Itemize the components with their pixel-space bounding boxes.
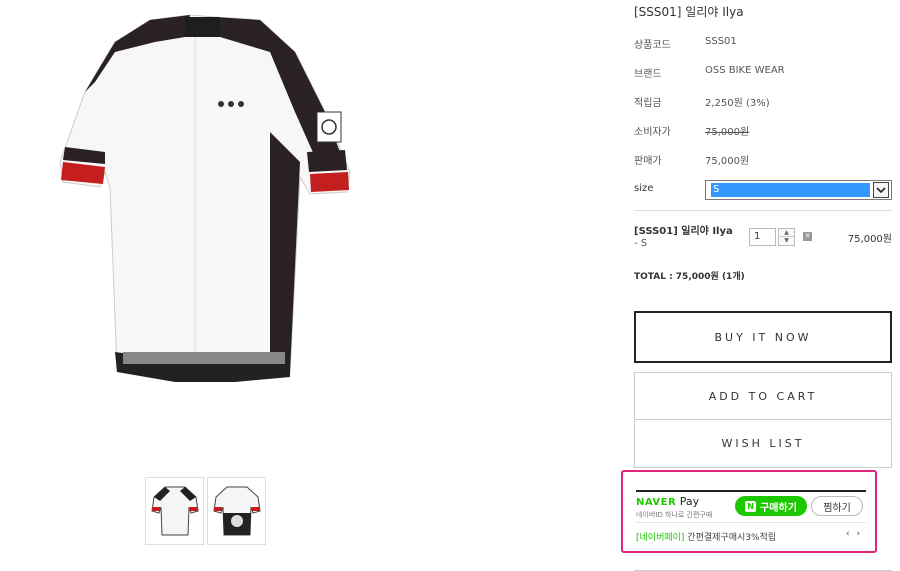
main-product-image [55, 12, 355, 412]
npay-promo: [네이버페이] 간편결제구매시3%적립 [636, 530, 776, 543]
total-summary: TOTAL : 75,000원 (1개) [634, 269, 745, 282]
total-count: (1개) [718, 272, 745, 282]
spec-value: SSS01 [705, 36, 737, 47]
npay-wish-button[interactable]: 찜하기 [811, 496, 863, 516]
quantity-stepper[interactable]: ▲ ▼ [778, 228, 795, 246]
npay-brand: NAVER Pay [636, 495, 699, 508]
spec-label: 소비자가 [634, 127, 671, 138]
remove-option-icon[interactable]: ✕ [803, 232, 812, 241]
quantity-up-icon[interactable]: ▲ [779, 229, 794, 237]
spec-label: 적립금 [634, 98, 662, 109]
chevron-down-icon[interactable] [873, 182, 889, 198]
size-select[interactable]: S [705, 180, 892, 200]
option-sub: - S [634, 238, 648, 249]
size-label: size [634, 183, 654, 194]
npay-top-line [636, 490, 866, 492]
spec-row-brand: 브랜드 OSS BIKE WEAR [634, 65, 892, 81]
quantity-down-icon[interactable]: ▼ [779, 237, 794, 245]
add-to-cart-button[interactable]: ADD TO CART [634, 372, 892, 420]
product-title: [SSS01] 일리야 Ilya [634, 5, 744, 19]
spec-value: OSS BIKE WEAR [705, 65, 785, 76]
npay-pay-text: Pay [679, 495, 700, 508]
npay-subtext: 네이버ID 하나로 간편구매 [636, 511, 713, 519]
npay-divider [636, 522, 866, 523]
option-price: 75,000원 [847, 234, 892, 245]
spec-label: 상품코드 [634, 40, 671, 51]
spec-value: 75,000원 [705, 156, 750, 167]
npay-buy-button[interactable]: N 구매하기 [735, 496, 807, 516]
npay-promo-tag: [네이버페이] [636, 533, 685, 543]
spec-row-sale-price: 판매가 75,000원 [634, 152, 892, 168]
thumbnail-list [145, 477, 266, 545]
npay-buy-label: 구매하기 [760, 502, 797, 514]
wish-list-button[interactable]: WISH LIST [634, 419, 892, 468]
spec-value: 2,250원 (3%) [705, 98, 770, 109]
divider [634, 210, 892, 211]
thumbnail-back[interactable] [207, 477, 266, 545]
quantity-input[interactable]: 1 [749, 228, 776, 246]
spec-label: 판매가 [634, 156, 662, 167]
npay-nav-arrows-icon[interactable]: ‹ › [846, 529, 862, 539]
total-label: TOTAL : [634, 272, 676, 282]
npay-naver-text: NAVER [636, 497, 677, 508]
spec-label: 브랜드 [634, 69, 662, 80]
total-amount: 75,000원 [675, 272, 719, 282]
size-selected-value: S [711, 183, 870, 197]
spec-value: 75,000원 [705, 127, 750, 138]
spec-row-code: 상품코드 SSS01 [634, 36, 892, 52]
naver-n-icon: N [745, 500, 757, 512]
buy-now-button[interactable]: BUY IT NOW [634, 311, 892, 363]
npay-promo-text: 간편결제구매시3%적립 [684, 533, 777, 543]
spec-row-consumer-price: 소비자가 75,000원 [634, 123, 892, 139]
spec-row-points: 적립금 2,250원 (3%) [634, 94, 892, 110]
option-name: [SSS01] 일리야 Ilya [634, 226, 733, 237]
thumbnail-front[interactable] [145, 477, 204, 545]
